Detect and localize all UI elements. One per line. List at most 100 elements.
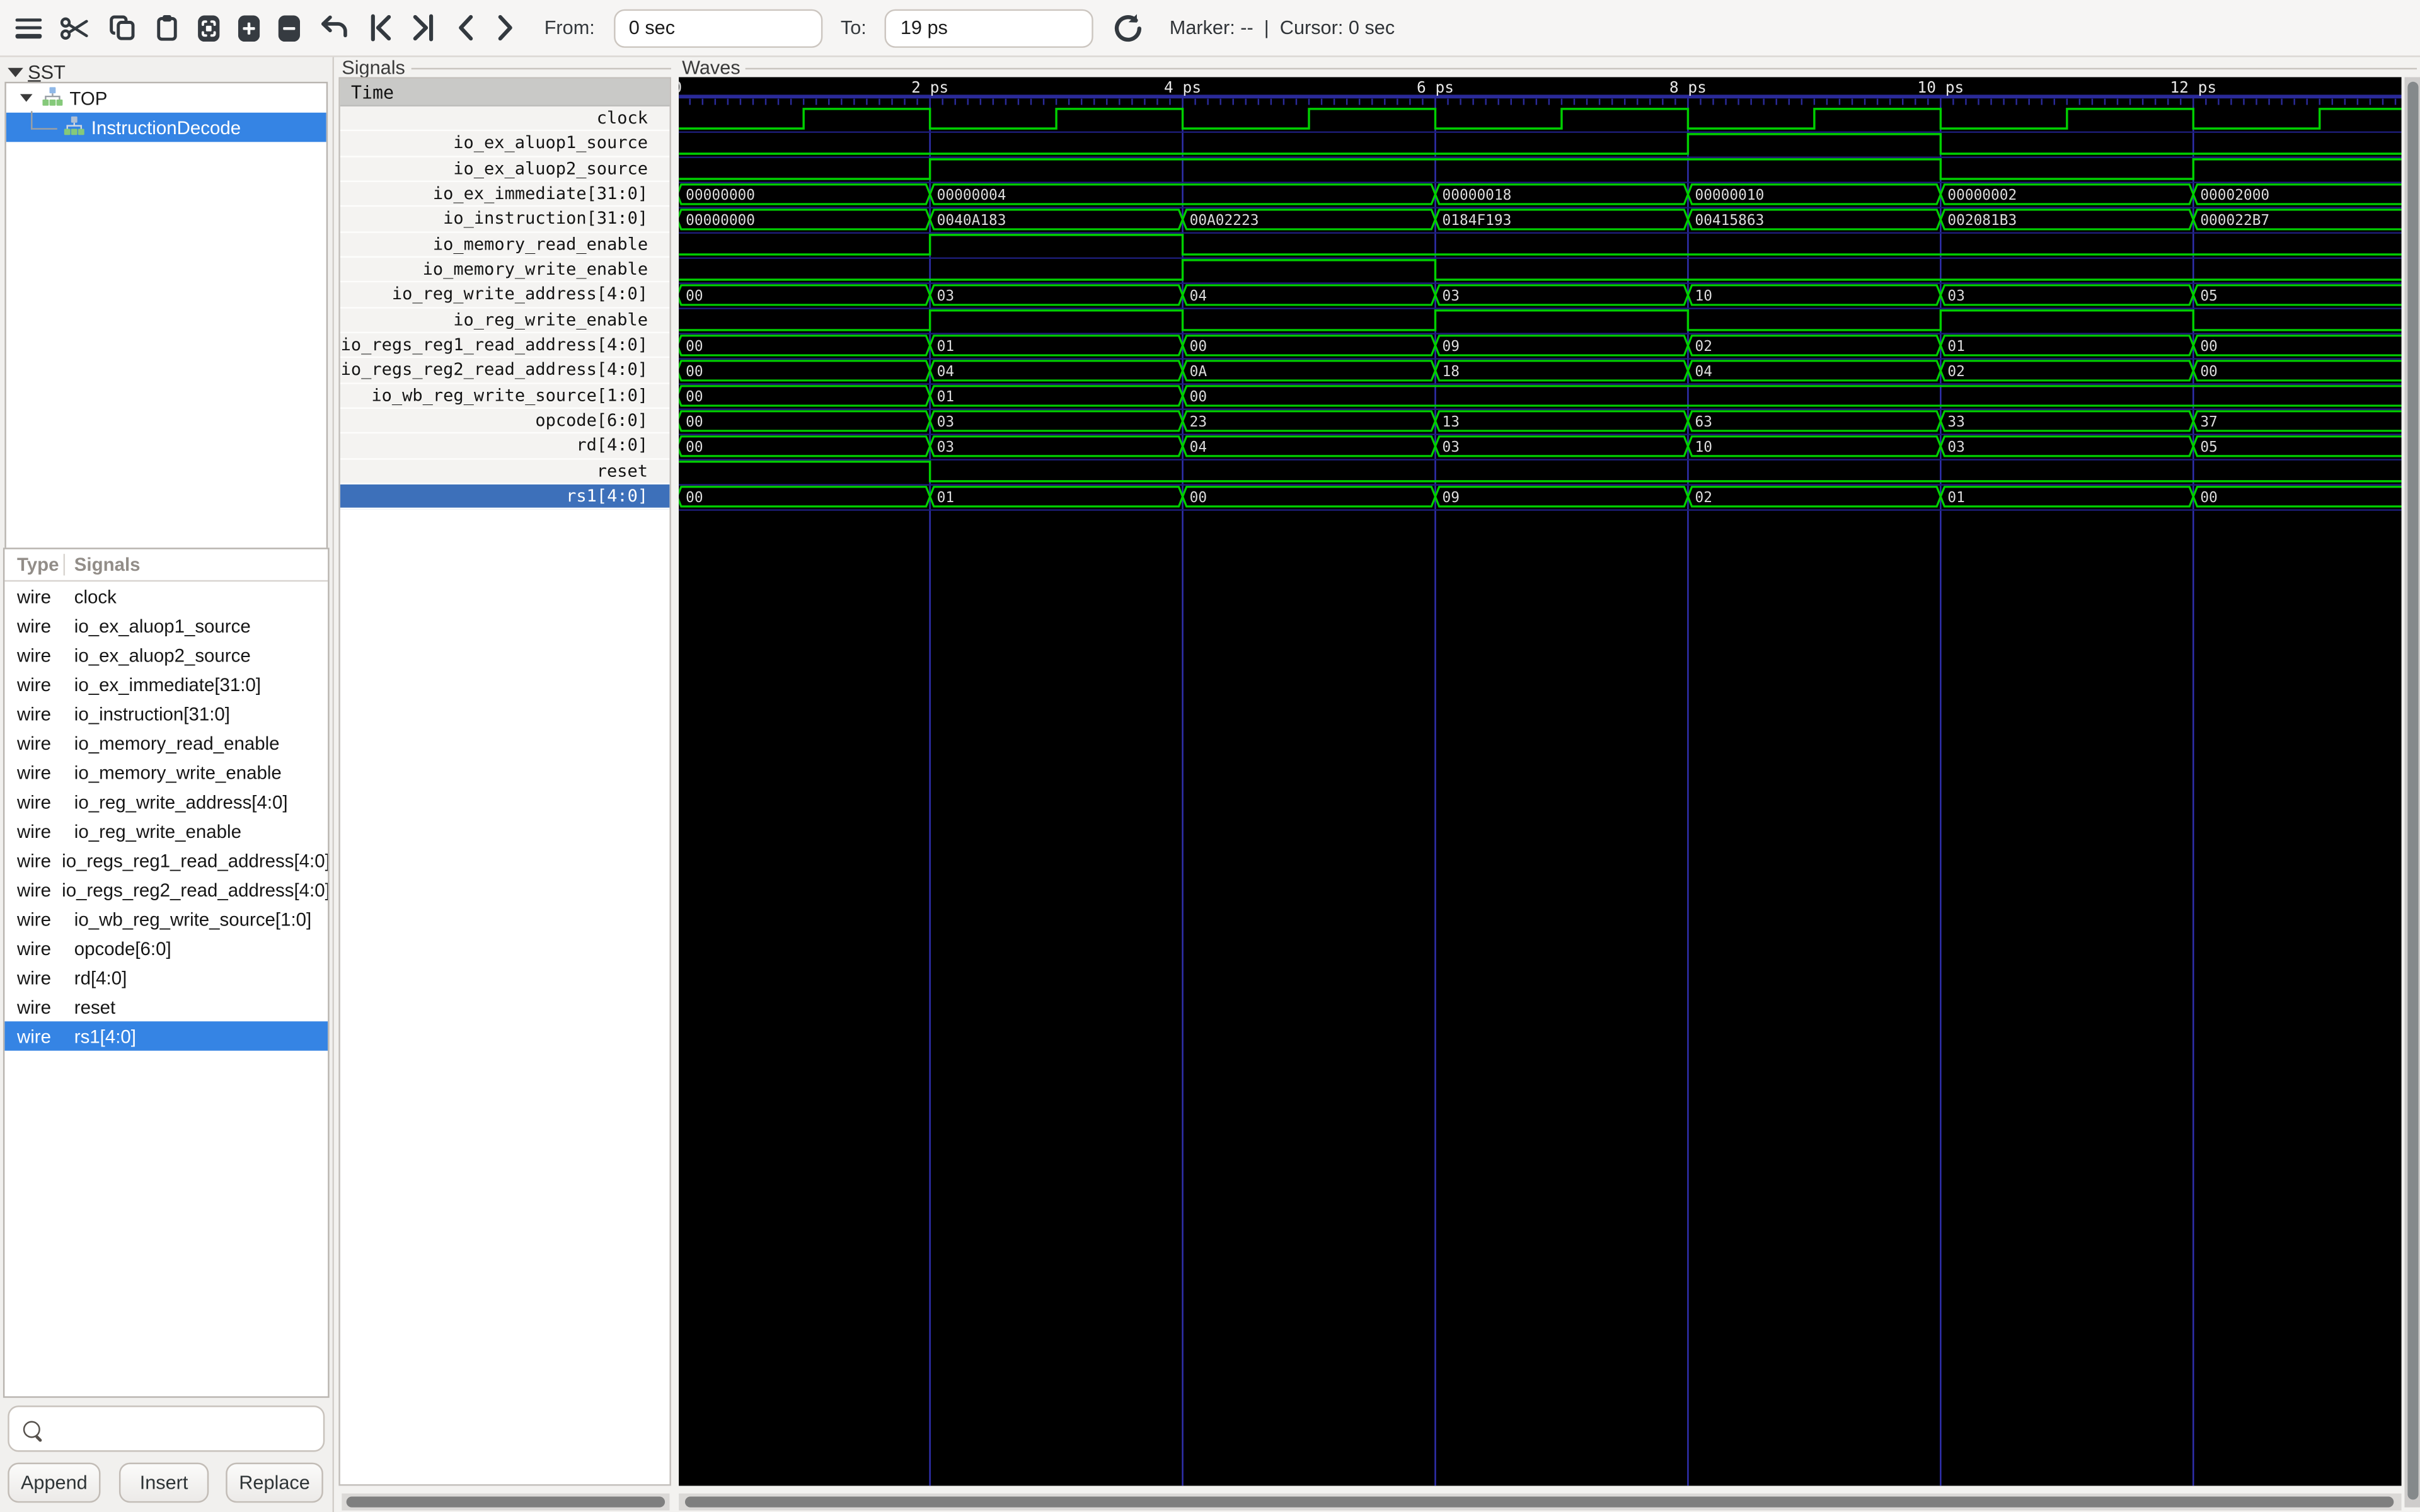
signal-table-row[interactable]: wireio_regs_reg1_read_address[4:0] <box>4 845 328 875</box>
to-label: To: <box>841 17 867 38</box>
signal-table-row[interactable]: wireio_memory_read_enable <box>4 728 328 758</box>
waves-hscrollbar[interactable] <box>679 1492 2401 1509</box>
waves-canvas[interactable]: 02 ps4 ps6 ps8 ps10 ps12 ps0000000000000… <box>679 77 2401 1486</box>
signal-name: rd[4:0] <box>64 966 127 988</box>
svg-text:4 ps: 4 ps <box>1164 78 1201 96</box>
waves-hscrollbar-thumb[interactable] <box>685 1496 2394 1506</box>
signal-table-row[interactable]: wireio_reg_write_enable <box>4 816 328 846</box>
signals-list-item[interactable]: clock <box>340 106 670 132</box>
marker-status: Marker: -- | Cursor: 0 sec <box>1170 17 1395 38</box>
svg-text:01: 01 <box>937 389 954 405</box>
signal-table-row[interactable]: wireopcode[6:0] <box>4 934 328 963</box>
svg-text:000022B7: 000022B7 <box>2200 212 2269 229</box>
svg-text:23: 23 <box>1190 414 1207 430</box>
signal-type: wire <box>4 849 51 871</box>
signals-list-item[interactable]: io_ex_aluop2_source <box>340 157 670 182</box>
waves-vscrollbar-thumb[interactable] <box>2407 82 2417 1500</box>
signal-search[interactable] <box>8 1406 325 1452</box>
svg-text:05: 05 <box>2200 288 2217 304</box>
svg-text:12 ps: 12 ps <box>2170 78 2216 96</box>
tree-expander-icon[interactable] <box>20 94 33 101</box>
tree-node-instructiondecode[interactable]: InstructionDecode <box>6 113 326 142</box>
paste-icon[interactable] <box>154 14 179 42</box>
signals-list-item[interactable]: io_reg_write_enable <box>340 308 670 333</box>
step-back-icon[interactable] <box>454 14 476 42</box>
signal-type: wire <box>4 762 63 783</box>
go-to-start-icon[interactable] <box>368 14 393 42</box>
signals-list-item[interactable]: rs1[4:0] <box>340 484 670 510</box>
signals-list-item[interactable]: io_ex_immediate[31:0] <box>340 182 670 207</box>
signals-list-item[interactable]: io_regs_reg1_read_address[4:0] <box>340 333 670 358</box>
time-header[interactable]: Time <box>340 79 670 106</box>
signal-table-row[interactable]: wireio_ex_immediate[31:0] <box>4 670 328 699</box>
signal-table-row[interactable]: wireio_memory_write_enable <box>4 757 328 787</box>
copy-icon[interactable] <box>108 14 136 42</box>
signals-hscrollbar-thumb[interactable] <box>347 1496 665 1506</box>
waves-vscrollbar[interactable] <box>2404 77 2420 1507</box>
tree-node-top[interactable]: TOP <box>6 83 326 113</box>
signals-list-item[interactable]: io_memory_write_enable <box>340 258 670 283</box>
to-input[interactable] <box>885 8 1093 47</box>
svg-text:04: 04 <box>1190 288 1207 304</box>
signals-list-item[interactable]: rd[4:0] <box>340 434 670 459</box>
signal-type: wire <box>4 908 63 929</box>
replace-button[interactable]: Replace <box>226 1463 323 1503</box>
insert-button[interactable]: Insert <box>119 1463 209 1503</box>
from-input[interactable] <box>613 8 822 47</box>
svg-text:00002000: 00002000 <box>2200 187 2269 203</box>
signal-type: wire <box>4 703 63 724</box>
svg-text:03: 03 <box>1443 288 1460 304</box>
signal-table-row[interactable]: wireio_reg_write_address[4:0] <box>4 787 328 816</box>
signal-table-row[interactable]: wireio_ex_aluop1_source <box>4 611 328 641</box>
signal-table-row[interactable]: wireio_ex_aluop2_source <box>4 640 328 670</box>
svg-text:01: 01 <box>1947 490 1964 506</box>
svg-text:00: 00 <box>1190 338 1207 355</box>
search-icon <box>23 1420 40 1437</box>
signal-table-row[interactable]: wirers1[4:0] <box>4 1021 328 1051</box>
sst-header[interactable]: SST <box>8 62 66 83</box>
append-button[interactable]: Append <box>8 1463 100 1503</box>
signal-table-row[interactable]: wireio_instruction[31:0] <box>4 699 328 728</box>
column-type[interactable]: Type <box>4 554 63 575</box>
zoom-fit-icon[interactable] <box>198 14 219 41</box>
signal-table-row[interactable]: wireio_wb_reg_write_source[1:0] <box>4 904 328 934</box>
undo-icon[interactable] <box>318 15 349 40</box>
svg-text:03: 03 <box>937 414 954 430</box>
signal-table-row[interactable]: wireclock <box>4 581 328 611</box>
signals-list-item[interactable]: io_memory_read_enable <box>340 232 670 258</box>
zoom-out-icon[interactable] <box>279 14 300 41</box>
signals-list-item[interactable]: io_instruction[31:0] <box>340 207 670 232</box>
svg-text:00000000: 00000000 <box>686 187 755 203</box>
action-buttons: Append Insert Replace <box>8 1463 325 1503</box>
svg-text:00: 00 <box>2200 364 2217 380</box>
cut-icon[interactable] <box>60 14 90 41</box>
signals-list-item[interactable]: io_regs_reg2_read_address[4:0] <box>340 358 670 384</box>
go-to-end-icon[interactable] <box>412 14 436 42</box>
signals-list-item[interactable]: opcode[6:0] <box>340 409 670 434</box>
signal-type-table: Type Signals wireclockwireio_ex_aluop1_s… <box>3 547 330 1397</box>
svg-text:02: 02 <box>1695 490 1712 506</box>
reload-icon[interactable] <box>1112 11 1145 43</box>
column-signals[interactable]: Signals <box>65 554 140 575</box>
sst-expander-icon[interactable] <box>8 68 23 77</box>
signals-hscrollbar[interactable] <box>342 1492 669 1509</box>
signals-list-item[interactable]: io_ex_aluop1_source <box>340 132 670 157</box>
signal-table-row[interactable]: wirerd[4:0] <box>4 963 328 992</box>
menu-icon[interactable] <box>16 18 42 38</box>
zoom-in-icon[interactable] <box>238 14 260 41</box>
signals-list-item[interactable]: io_reg_write_address[4:0] <box>340 283 670 308</box>
signal-name: io_reg_write_address[4:0] <box>64 791 288 812</box>
signal-table-header[interactable]: Type Signals <box>4 549 328 581</box>
signal-table-row[interactable]: wirereset <box>4 992 328 1022</box>
signals-list-item[interactable]: reset <box>340 459 670 484</box>
signal-table-row[interactable]: wireio_regs_reg2_read_address[4:0] <box>4 875 328 905</box>
signal-type: wire <box>4 996 63 1017</box>
signals-list-item[interactable]: io_wb_reg_write_source[1:0] <box>340 384 670 409</box>
step-forward-icon[interactable] <box>495 14 516 42</box>
signal-type: wire <box>4 1025 63 1046</box>
signal-type: wire <box>4 937 63 959</box>
tree-node-label: InstructionDecode <box>91 117 241 138</box>
svg-text:00: 00 <box>686 414 703 430</box>
tree-node-icon <box>64 115 91 139</box>
signal-name: reset <box>64 996 116 1017</box>
